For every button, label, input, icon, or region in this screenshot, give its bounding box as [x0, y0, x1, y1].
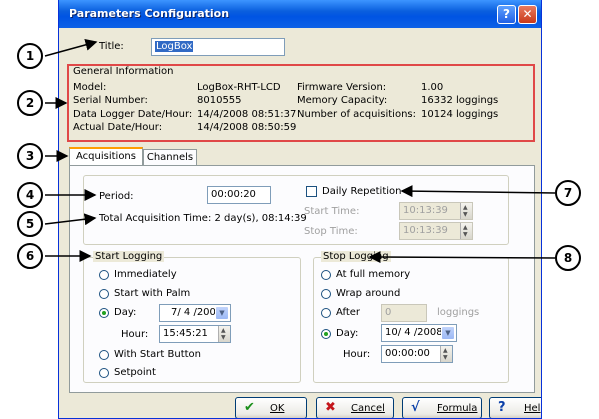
arrow-1 [44, 38, 98, 57]
arrow-5 [44, 213, 97, 226]
arrow-8 [368, 251, 556, 264]
callout-arrows [44, 38, 556, 264]
arrow-7 [400, 185, 556, 198]
